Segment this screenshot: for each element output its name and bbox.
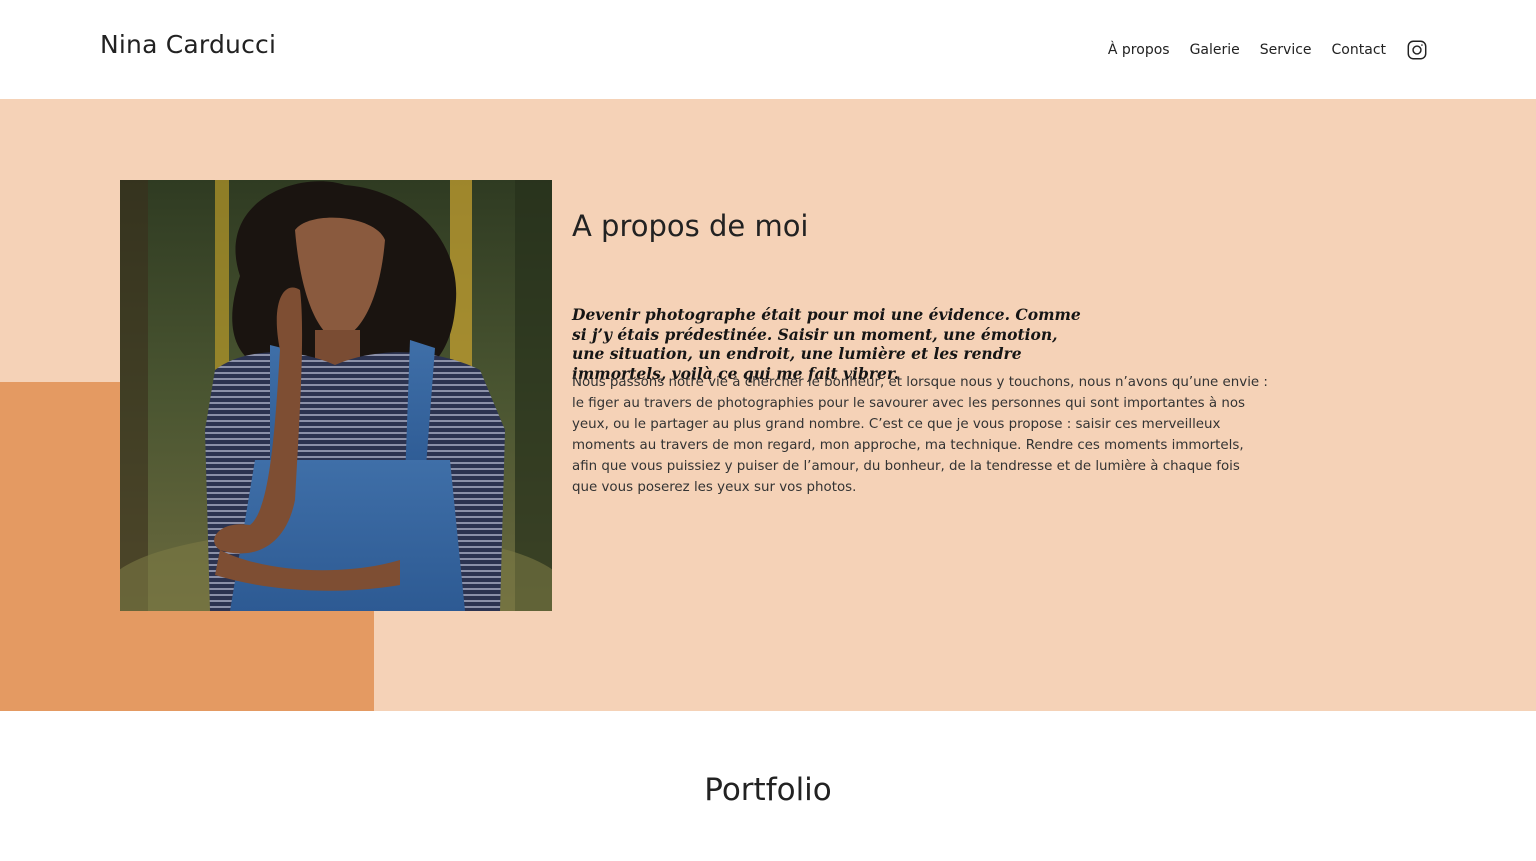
site-header: Nina Carducci À propos Galerie Service C…: [0, 0, 1536, 99]
about-description: Nous passons notre vie à chercher le bon…: [572, 375, 1268, 495]
nav-link-about[interactable]: À propos: [1108, 39, 1170, 61]
nav-link-service[interactable]: Service: [1260, 39, 1312, 61]
portfolio-title: Portfolio: [704, 772, 832, 808]
about-title: A propos de moi: [572, 209, 809, 243]
main-nav: À propos Galerie Service Contact: [1108, 39, 1428, 61]
brand-logo-link[interactable]: Nina Carducci: [100, 30, 276, 59]
nav-link-gallery[interactable]: Galerie: [1190, 39, 1240, 61]
instagram-link[interactable]: [1406, 39, 1428, 61]
nav-link-contact[interactable]: Contact: [1332, 39, 1386, 61]
about-section: A propos de moi Devenir photographe étai…: [0, 99, 1536, 711]
instagram-icon: [1407, 40, 1427, 60]
portrait-photo: [120, 180, 552, 611]
